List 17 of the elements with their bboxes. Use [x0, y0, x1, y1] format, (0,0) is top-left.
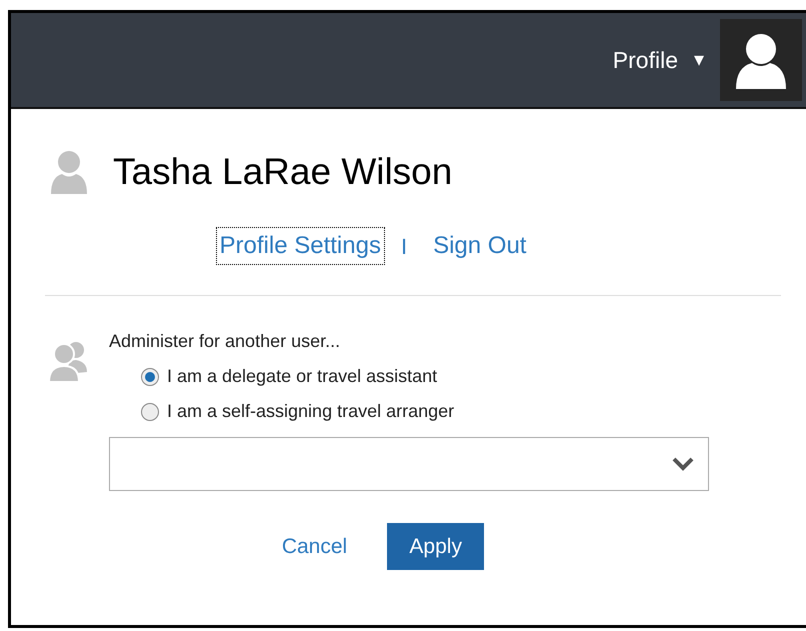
radio-button[interactable] [141, 368, 159, 386]
profile-menu[interactable]: Profile ▾ [612, 42, 720, 78]
apply-button[interactable]: Apply [387, 523, 484, 570]
user-name: Tasha LaRae Wilson [113, 150, 452, 194]
caret-icon: ▾ [694, 45, 704, 75]
user-silhouette-icon [49, 149, 89, 195]
administer-label: Administer for another user... [109, 330, 342, 353]
profile-link[interactable]: Profile Settings [216, 227, 385, 265]
cancel-button[interactable]: Cancel [282, 523, 348, 570]
users-icon [49, 340, 89, 382]
link-separator: I [400, 232, 408, 260]
radio-label: I am a self-assigning travel arranger [167, 400, 454, 423]
chevron-down-icon [672, 457, 694, 471]
radio-label: I am a delegate or travel assistant [167, 365, 438, 388]
profile-link[interactable]: Sign Out [429, 227, 530, 265]
radio-button[interactable] [141, 402, 159, 420]
avatar-button[interactable] [720, 19, 802, 101]
